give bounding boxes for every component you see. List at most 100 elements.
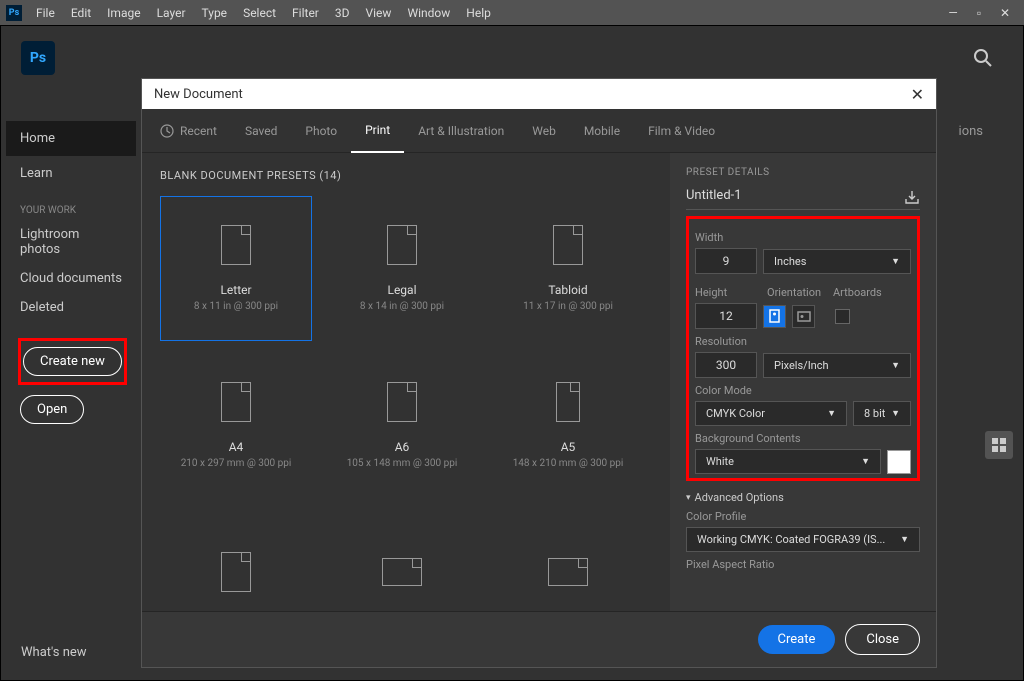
sidebar-cloud[interactable]: Cloud documents xyxy=(6,264,136,293)
bit-depth-select[interactable]: 8 bit▼ xyxy=(853,401,911,426)
recent-icon xyxy=(160,124,174,138)
preset-A5[interactable]: A5148 x 210 mm @ 300 ppi xyxy=(492,353,644,498)
chevron-down-icon: ▼ xyxy=(891,256,900,267)
menu-select[interactable]: Select xyxy=(235,2,284,24)
menu-view[interactable]: View xyxy=(358,2,400,24)
sidebar-deleted[interactable]: Deleted xyxy=(6,293,136,322)
tab-saved[interactable]: Saved xyxy=(231,109,291,153)
menu-layer[interactable]: Layer xyxy=(149,2,194,24)
tab-film[interactable]: Film & Video xyxy=(634,109,729,153)
preset-name: Legal xyxy=(387,283,416,297)
tab-photo[interactable]: Photo xyxy=(291,109,351,153)
presets-panel: BLANK DOCUMENT PRESETS (14) Letter8 x 11… xyxy=(142,153,670,611)
tab-art[interactable]: Art & Illustration xyxy=(404,109,518,153)
open-button[interactable]: Open xyxy=(20,395,84,424)
preset-Letter[interactable]: Letter8 x 11 in @ 300 ppi xyxy=(160,196,312,341)
chevron-down-icon: ▼ xyxy=(891,360,900,371)
chevron-down-icon: ▼ xyxy=(891,408,900,419)
search-icon[interactable] xyxy=(973,48,993,68)
sidebar-learn[interactable]: Learn xyxy=(6,156,136,191)
document-icon xyxy=(221,225,251,265)
document-icon xyxy=(553,225,583,265)
bg-contents-select[interactable]: White▼ xyxy=(695,449,881,474)
maximize-button[interactable]: ▫ xyxy=(966,2,992,24)
preset-item[interactable] xyxy=(160,510,312,611)
width-unit-select[interactable]: Inches▼ xyxy=(763,249,911,274)
dialog-titlebar: New Document ✕ xyxy=(142,79,936,109)
orientation-landscape[interactable] xyxy=(792,305,815,328)
new-document-dialog: New Document ✕ Recent Saved Photo Print … xyxy=(141,78,937,668)
tab-mobile[interactable]: Mobile xyxy=(570,109,634,153)
preset-Legal[interactable]: Legal 8 x 14 in @ 300 ppi xyxy=(326,196,478,341)
preset-A6[interactable]: A6105 x 148 mm @ 300 ppi xyxy=(326,353,478,498)
resolution-unit-select[interactable]: Pixels/Inch▼ xyxy=(763,353,911,378)
menu-3d[interactable]: 3D xyxy=(327,2,358,24)
menu-help[interactable]: Help xyxy=(458,2,499,24)
tab-recent[interactable]: Recent xyxy=(178,109,231,153)
preset-details-panel: PRESET DETAILS Untitled-1 Width Inches▼ … xyxy=(670,153,936,611)
advanced-options-toggle[interactable]: ▾Advanced Options xyxy=(686,491,920,504)
menu-window[interactable]: Window xyxy=(399,2,458,24)
preset-dimensions: 8 x 14 in @ 300 ppi xyxy=(360,301,444,312)
create-new-button[interactable]: Create new xyxy=(23,347,122,376)
chevron-down-icon: ▾ xyxy=(686,493,691,503)
width-input[interactable] xyxy=(695,248,757,274)
resolution-label: Resolution xyxy=(695,335,911,348)
preset-name: A5 xyxy=(561,440,576,454)
height-label: Height xyxy=(695,286,761,299)
artboards-label: Artboards xyxy=(833,286,882,299)
home-sidebar: Home Learn YOUR WORK Lightroom photos Cl… xyxy=(6,121,136,428)
menu-image[interactable]: Image xyxy=(99,2,148,24)
artboards-checkbox[interactable] xyxy=(835,309,850,324)
menu-file[interactable]: File xyxy=(28,2,63,24)
preset-A4[interactable]: A4210 x 297 mm @ 300 ppi xyxy=(160,353,312,498)
chevron-down-icon: ▼ xyxy=(900,534,909,545)
dialog-tabs: Recent Saved Photo Print Art & Illustrat… xyxy=(142,109,936,153)
width-label: Width xyxy=(695,231,911,244)
color-mode-label: Color Mode xyxy=(695,384,911,397)
tab-print[interactable]: Print xyxy=(351,109,404,153)
sidebar-lightroom[interactable]: Lightroom photos xyxy=(6,220,136,264)
height-input[interactable] xyxy=(695,303,757,329)
bg-text: ions xyxy=(959,124,983,139)
chevron-down-icon: ▼ xyxy=(861,456,870,467)
menu-type[interactable]: Type xyxy=(194,2,236,24)
preset-item[interactable] xyxy=(326,510,478,611)
document-icon xyxy=(382,558,422,586)
ps-small-icon: Ps xyxy=(6,5,22,21)
menu-edit[interactable]: Edit xyxy=(63,2,99,24)
pixel-aspect-label: Pixel Aspect Ratio xyxy=(686,558,920,571)
preset-Tabloid[interactable]: Tabloid11 x 17 in @ 300 ppi xyxy=(492,196,644,341)
preset-name: Tabloid xyxy=(548,283,587,297)
orientation-label: Orientation xyxy=(767,286,827,299)
chevron-down-icon: ▼ xyxy=(827,408,836,419)
close-button[interactable]: Close xyxy=(845,624,920,655)
color-profile-select[interactable]: Working CMYK: Coated FOGRA39 (IS...▼ xyxy=(686,527,920,552)
preset-name: Letter xyxy=(220,283,251,297)
your-work-label: YOUR WORK xyxy=(6,191,136,220)
dialog-footer: Create Close xyxy=(142,611,936,667)
color-profile-label: Color Profile xyxy=(686,510,920,523)
app-body: Ps ions Home Learn YOUR WORK Lightroom p… xyxy=(0,25,1024,681)
sidebar-home[interactable]: Home xyxy=(6,121,136,156)
panel-toggle[interactable] xyxy=(985,431,1013,459)
preset-name: A6 xyxy=(395,440,410,454)
document-icon xyxy=(387,382,417,422)
document-icon xyxy=(556,382,580,422)
create-button[interactable]: Create xyxy=(758,625,836,654)
preset-item[interactable] xyxy=(492,510,644,611)
dialog-close-icon[interactable]: ✕ xyxy=(911,85,924,104)
color-mode-select[interactable]: CMYK Color▼ xyxy=(695,401,847,426)
resolution-input[interactable] xyxy=(695,352,757,378)
close-window-button[interactable]: ✕ xyxy=(992,2,1018,24)
orientation-portrait[interactable] xyxy=(763,305,786,328)
tab-web[interactable]: Web xyxy=(518,109,570,153)
minimize-button[interactable]: — xyxy=(940,2,966,24)
bg-color-swatch[interactable] xyxy=(887,450,911,474)
menu-filter[interactable]: Filter xyxy=(284,2,327,24)
highlight-create-new: Create new xyxy=(18,338,127,385)
whats-new-link[interactable]: What's new xyxy=(21,645,87,660)
document-name-input[interactable]: Untitled-1 xyxy=(686,188,920,210)
preset-dimensions: 210 x 297 mm @ 300 ppi xyxy=(181,458,292,469)
save-preset-icon[interactable] xyxy=(904,189,920,205)
